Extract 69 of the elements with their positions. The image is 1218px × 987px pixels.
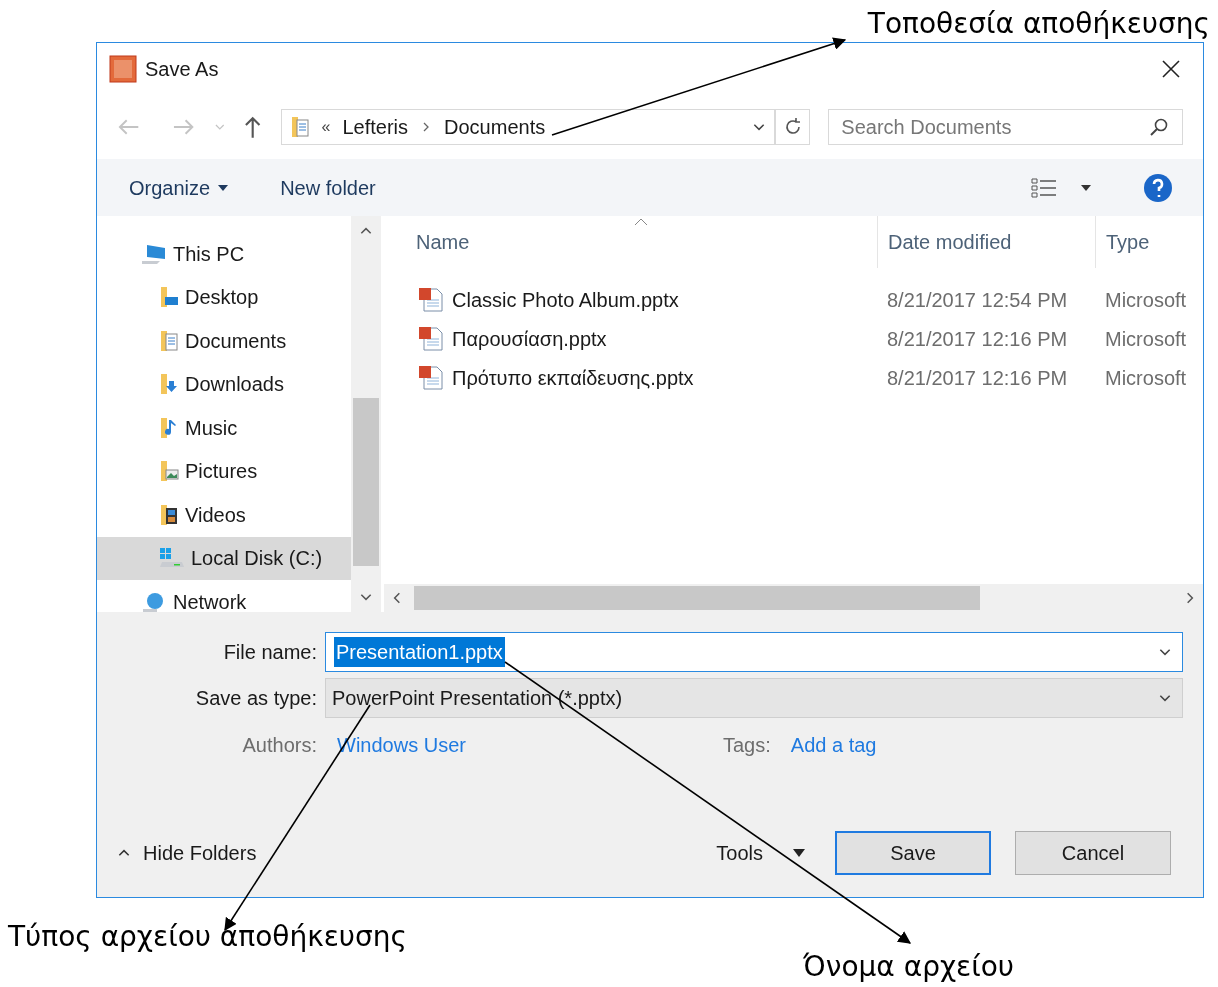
film-folder-icon [159,503,179,526]
app-logo-icon [109,55,137,83]
document-folder-icon [289,116,310,138]
presentation-file-icon [418,364,444,391]
music-folder-icon [159,416,179,439]
date-cell-text: 8/21/2017 12:54 PM [886,287,1069,313]
up-arrow-icon[interactable] [243,115,263,139]
address-bar[interactable]: « Lefteris Documents [280,109,776,145]
presentation-file-icon [418,325,444,352]
close-icon [1161,59,1181,79]
annotation-label: Όνομα αρχείου [803,949,1015,985]
new-folder-button[interactable]: New folder [280,172,376,203]
dropdown-triangle-icon [218,184,229,191]
document-folder-icon [159,329,179,352]
horizontal-scrollbar[interactable] [384,584,1203,612]
type-cell-text: Microsoft [1104,287,1187,313]
annotation-label: Τοποθεσία αποθήκευσης [867,6,1210,42]
search-icon [1149,117,1169,137]
dropdown-triangle-icon[interactable] [1081,184,1091,191]
scrollbar-thumb[interactable] [414,586,980,610]
nav-item[interactable]: Local Disk (C:) [97,536,351,580]
nav-item[interactable]: Videos [97,493,351,537]
field-label: Tags: [723,733,771,758]
nav-item[interactable]: Network [97,580,351,612]
date-cell-text: 8/21/2017 12:16 PM [886,326,1069,352]
save-type-dropdown[interactable]: PowerPoint Presentation (*.pptx) [325,678,1183,718]
column-header[interactable]: Date modified [877,216,1095,268]
view-list-icon[interactable] [1031,176,1057,199]
type-cell-text: Microsoft [1104,326,1187,352]
search-field[interactable]: Search Documents [828,109,1183,145]
cancel-button[interactable]: Cancel [1015,831,1171,875]
presentation-file-icon [418,286,444,313]
dropdown-triangle-icon [793,849,805,857]
type-cell-text: Microsoft [1104,365,1187,391]
window-title: Save As [145,57,219,82]
download-folder-icon [159,373,179,396]
picture-folder-icon [159,460,179,483]
annotation-label: Τύπος αρχείου αποθήκευσης [8,919,407,955]
date-cell-text: 8/21/2017 12:16 PM [886,365,1069,391]
vertical-scrollbar[interactable] [351,216,381,612]
scrollbar-thumb[interactable] [353,398,379,566]
save-button[interactable]: Save [835,831,991,875]
help-icon[interactable] [1143,172,1173,203]
file-name[interactable]: Παρουσίαση.pptx [452,323,607,354]
tags-link[interactable]: Add a tag [790,730,877,760]
file-name[interactable]: Πρότυπο εκπαίδευσης.pptx [452,362,694,393]
computer-icon [141,242,167,265]
tools-button[interactable]: Tools [716,838,763,868]
nav-item[interactable]: Pictures [97,449,351,493]
hide-folders-button[interactable]: Hide Folders [117,838,257,868]
breadcrumb[interactable]: Lefteris [342,112,409,142]
nav-item[interactable]: This PC [97,232,351,276]
nav-item[interactable]: Music [97,406,351,450]
file-name-field[interactable]: Presentation1.pptx [325,632,1183,672]
field-label: Authors: [241,733,317,758]
file-name[interactable]: Classic Photo Album.pptx [452,284,679,315]
refresh-button[interactable] [775,109,811,145]
sort-caret-icon [634,218,648,226]
nav-item[interactable]: Downloads [97,362,351,406]
nav-item[interactable]: Desktop [97,275,351,319]
hard-drive-icon [159,547,185,570]
breadcrumb[interactable]: Documents [444,112,546,142]
column-header[interactable]: Name [384,216,877,268]
desktop-folder-icon [159,286,179,309]
field-label: File name: [222,640,317,665]
nav-item[interactable]: Documents [97,319,351,363]
organize-button[interactable]: Organize [129,172,211,203]
field-label: Save as type: [194,686,317,711]
column-header[interactable]: Type [1095,216,1203,268]
